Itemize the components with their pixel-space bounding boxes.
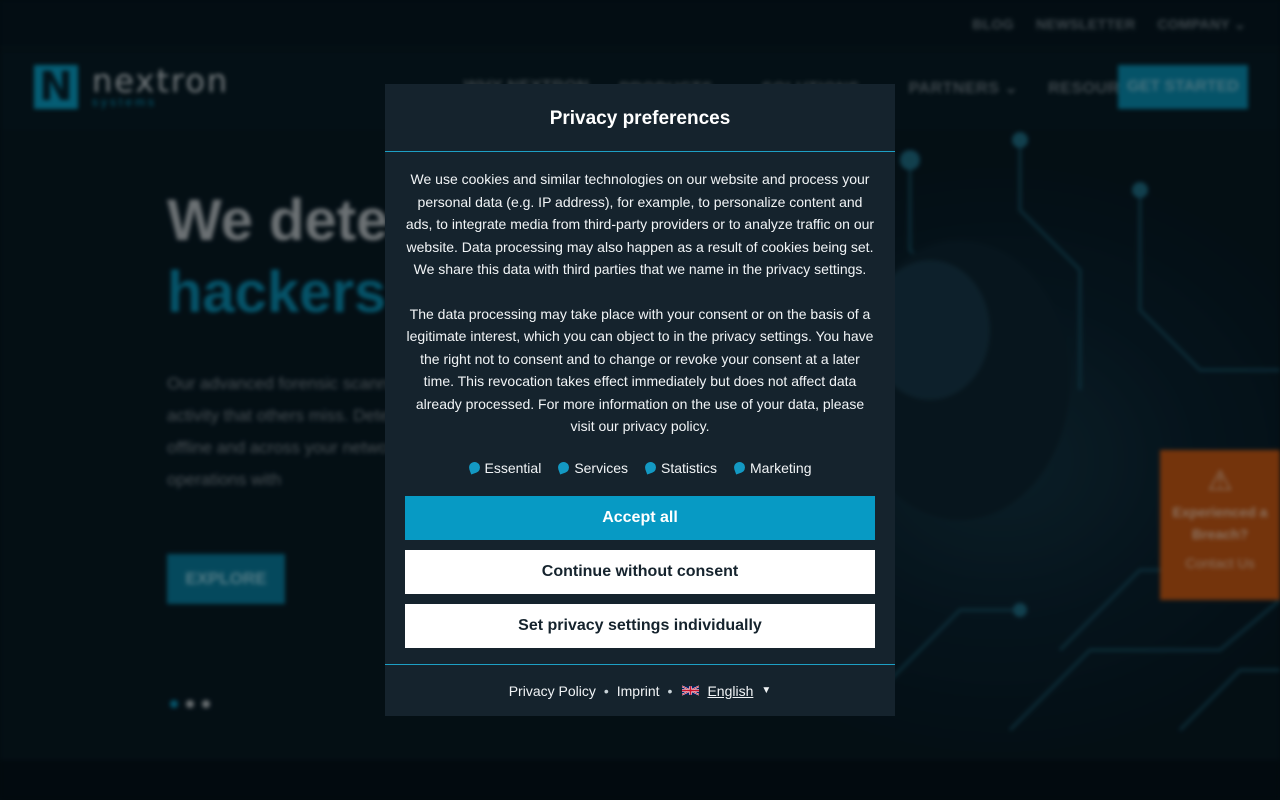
privacy-paragraph-2: The data processing may take place with … [406,305,874,435]
accept-all-button[interactable]: Accept all [405,496,875,540]
language-label: English [707,682,754,699]
category-essential[interactable]: Essential [466,457,542,480]
category-dot-icon [466,460,482,475]
category-label: Statistics [661,459,718,476]
continue-without-consent-button[interactable]: Continue without consent [405,550,875,594]
privacy-policy-link[interactable]: Privacy Policy [509,683,596,699]
category-label: Marketing [750,459,812,476]
imprint-link[interactable]: Imprint [617,683,660,699]
privacy-preferences-dialog: Privacy preferences We use cookies and s… [385,84,895,716]
category-dot-icon [732,460,747,475]
category-dot-icon [556,460,571,475]
category-label: Essential [484,459,542,476]
uk-flag-icon [682,685,700,696]
language-selector[interactable]: English ▼ [680,683,771,699]
category-statistics[interactable]: Statistics [643,457,718,480]
footer-separator: • [603,682,609,699]
category-dot-icon [643,460,658,475]
set-privacy-individually-button[interactable]: Set privacy settings individually [405,604,875,648]
dialog-footer: Privacy Policy • Imprint • English ▼ [385,664,895,716]
footer-separator: • [667,682,673,699]
privacy-paragraph-1: We use cookies and similar technologies … [405,171,875,277]
dialog-title: Privacy preferences [385,84,895,152]
category-marketing[interactable]: Marketing [732,457,812,480]
chevron-down-icon: ▼ [761,685,772,696]
consent-categories: Essential Services Statistics Marketing [405,457,875,480]
category-label: Services [574,459,628,476]
category-services[interactable]: Services [556,457,628,480]
